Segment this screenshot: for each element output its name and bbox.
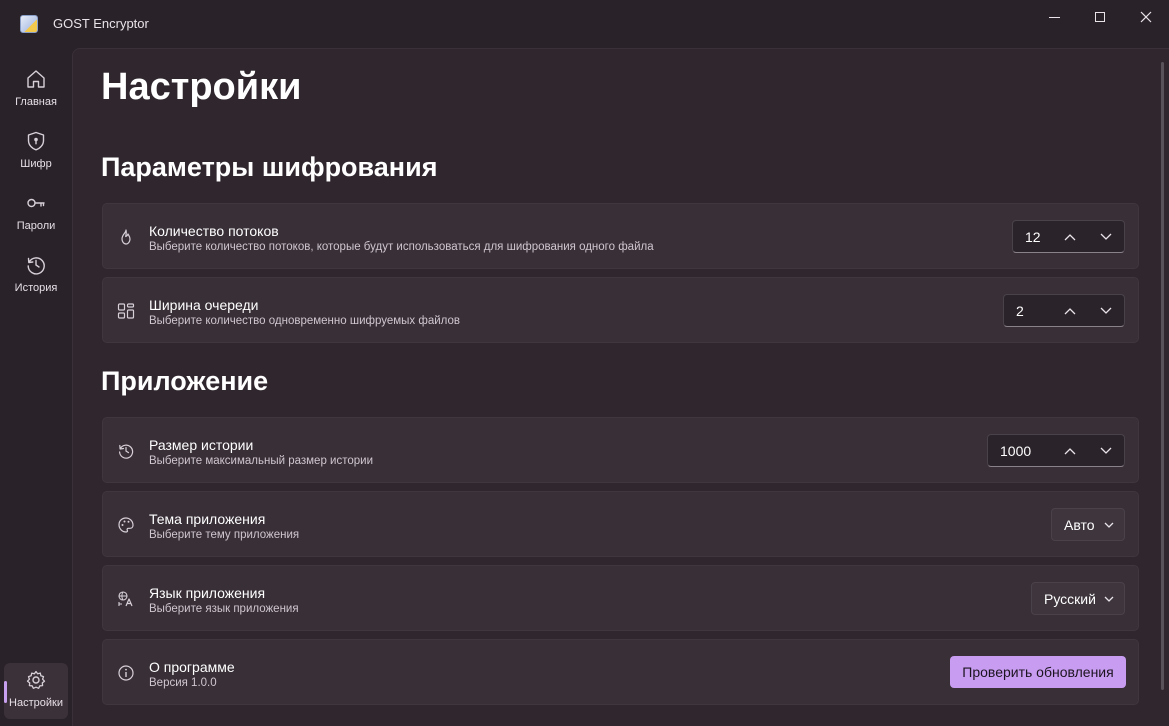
page-title: Настройки <box>101 66 302 108</box>
number-value: 2 <box>1016 303 1024 319</box>
grid-icon <box>117 303 135 319</box>
number-value: 1000 <box>1000 443 1032 459</box>
maximize-icon <box>1095 12 1105 22</box>
palette-icon <box>118 517 134 533</box>
history-icon <box>27 257 45 275</box>
history-size-number-box[interactable]: 1000 <box>987 434 1125 467</box>
minimize-button[interactable] <box>1031 0 1077 34</box>
chevron-down-icon <box>1104 596 1114 602</box>
gear-icon <box>26 670 46 689</box>
section-title-app: Приложение <box>101 366 269 396</box>
chevron-down-icon <box>1100 307 1112 314</box>
setting-title: Язык приложения <box>149 585 266 601</box>
dropdown-value: Русский <box>1044 591 1096 607</box>
increment-button[interactable] <box>1058 300 1082 322</box>
nav-item-label: История <box>14 282 58 294</box>
threads-number-box[interactable]: 12 <box>1012 220 1125 253</box>
increment-button[interactable] <box>1058 226 1082 248</box>
setting-title: Количество потоков <box>149 223 279 239</box>
nav-item-label: Настройки <box>9 697 63 709</box>
close-button[interactable] <box>1123 0 1169 34</box>
shield-icon <box>27 131 45 151</box>
vertical-scrollbar[interactable] <box>1161 62 1164 690</box>
nav-item-home[interactable]: Главная <box>4 62 68 118</box>
check-updates-button[interactable]: Проверить обновления <box>950 656 1126 688</box>
app-title: GOST Encryptor <box>53 16 149 31</box>
navigation-rail: Главная Шифр Пароли История Настройки <box>0 48 72 726</box>
setting-title: Размер истории <box>149 437 254 453</box>
decrement-button[interactable] <box>1094 226 1118 248</box>
app-logo-icon <box>20 15 38 33</box>
setting-card-language: Язык приложения Выберите язык приложения… <box>102 565 1139 631</box>
queue-number-box[interactable]: 2 <box>1003 294 1125 327</box>
nav-item-label: Пароли <box>16 220 56 232</box>
minimize-icon <box>1048 16 1060 18</box>
chevron-up-icon <box>1064 448 1076 455</box>
setting-card-theme: Тема приложения Выберите тему приложения… <box>102 491 1139 557</box>
key-icon <box>27 198 45 208</box>
section-title-encryption: Параметры шифрования <box>101 152 438 182</box>
nav-item-settings[interactable]: Настройки <box>4 663 68 719</box>
nav-item-label: Главная <box>15 96 57 108</box>
close-icon <box>1140 11 1152 23</box>
nav-item-passwords[interactable]: Пароли <box>4 186 68 242</box>
setting-description: Выберите язык приложения <box>149 603 299 615</box>
chevron-down-icon <box>1100 233 1112 240</box>
history-icon <box>119 444 134 459</box>
chevron-down-icon <box>1104 522 1114 528</box>
version-text: Версия 1.0.0 <box>149 677 217 689</box>
setting-title: Ширина очереди <box>149 297 259 313</box>
info-icon <box>118 665 134 681</box>
number-value: 12 <box>1025 229 1041 245</box>
chevron-up-icon <box>1064 234 1076 241</box>
translate-icon <box>118 591 133 607</box>
setting-title: Тема приложения <box>149 511 266 527</box>
dropdown-value: Авто <box>1064 517 1095 533</box>
flame-icon <box>121 229 131 245</box>
setting-card-threads: Количество потоков Выберите количество п… <box>102 203 1139 269</box>
setting-description: Выберите количество потоков, которые буд… <box>149 241 654 253</box>
setting-description: Выберите тему приложения <box>149 529 300 541</box>
setting-description: Выберите максимальный размер истории <box>149 455 373 467</box>
nav-item-label: Шифр <box>20 158 52 170</box>
setting-title: О программе <box>149 659 235 675</box>
setting-card-history: Размер истории Выберите максимальный раз… <box>102 417 1139 483</box>
decrement-button[interactable] <box>1094 440 1118 462</box>
nav-item-history[interactable]: История <box>4 248 68 304</box>
nav-item-cipher[interactable]: Шифр <box>4 124 68 180</box>
setting-card-about: О программе Версия 1.0.0 Проверить обнов… <box>102 639 1139 705</box>
increment-button[interactable] <box>1058 440 1082 462</box>
decrement-button[interactable] <box>1094 300 1118 322</box>
chevron-up-icon <box>1064 308 1076 315</box>
language-dropdown[interactable]: Русский <box>1031 582 1125 615</box>
setting-card-queue: Ширина очереди Выберите количество однов… <box>102 277 1139 343</box>
home-icon <box>27 70 45 88</box>
maximize-button[interactable] <box>1077 0 1123 34</box>
title-bar: GOST Encryptor <box>0 0 1169 48</box>
chevron-down-icon <box>1100 447 1112 454</box>
setting-description: Выберите количество одновременно шифруем… <box>149 315 460 327</box>
theme-dropdown[interactable]: Авто <box>1051 508 1125 541</box>
active-indicator <box>4 681 7 703</box>
